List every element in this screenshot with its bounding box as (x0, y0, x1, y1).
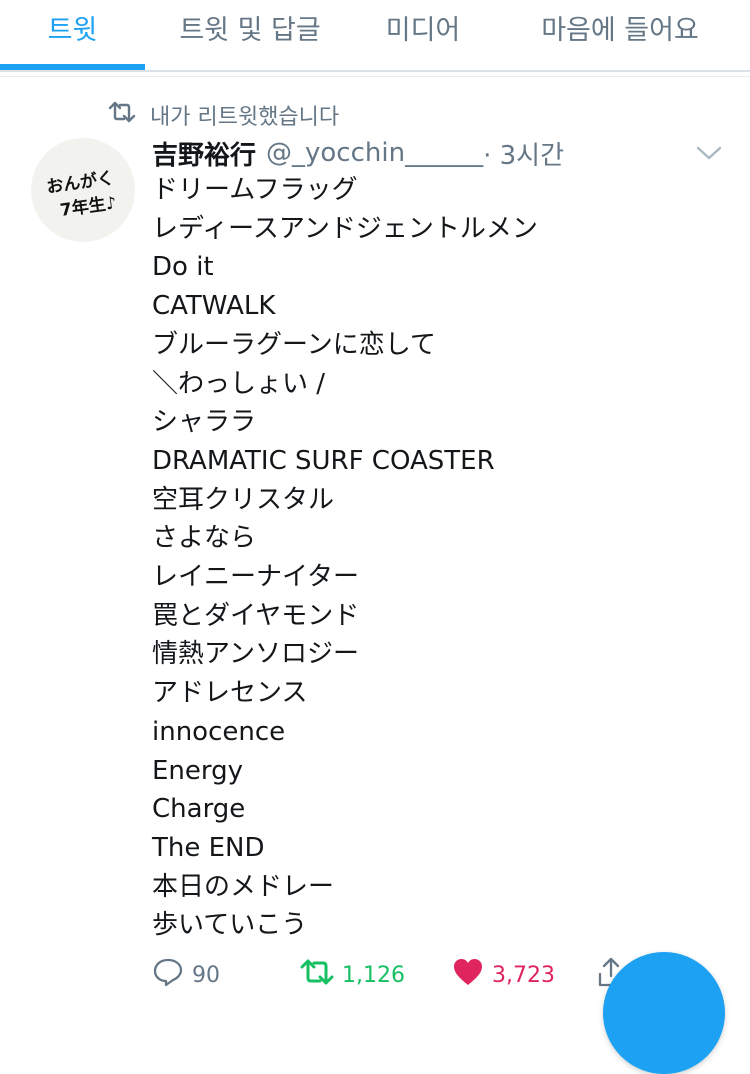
tweet-line: 罠とダイヤモンド (152, 600, 360, 631)
retweet-context[interactable]: 내가 리트윗했습니다 (108, 100, 339, 130)
tweet-line: ＼わっしょい / (152, 368, 326, 399)
like-count: 3,723 (492, 962, 555, 988)
tweet-line: ドリームフラッグ (152, 175, 358, 205)
retweet-icon (300, 958, 334, 992)
like-button[interactable]: 3,723 (452, 956, 555, 994)
tweet-line: The END (152, 832, 265, 863)
tweet-line: Charge (152, 794, 246, 825)
tweet-line: さよなら (152, 523, 257, 554)
tweet-line: アドレセンス (152, 678, 308, 709)
retweet-icon (108, 101, 136, 129)
reply-button[interactable]: 90 (152, 956, 220, 994)
tweet-line: レディースアンドジェントルメン (152, 213, 538, 244)
reply-count: 90 (192, 962, 220, 988)
tweet-line: レイニーナイター (152, 562, 359, 593)
tweet-line: Do it (152, 252, 214, 283)
tweet-line: 本日のメドレー (152, 871, 335, 902)
tweet-line: innocence (152, 716, 286, 747)
tab-likes-label: 마음에 들어요 (541, 15, 699, 46)
author-handle[interactable]: @_yocchin______ (266, 138, 483, 168)
tweet-line: 空耳クリスタル (152, 484, 335, 515)
tab-likes[interactable]: 마음에 들어요 (520, 0, 720, 70)
tab-tweets[interactable]: 트윗 (0, 0, 145, 70)
tweet-line: 歩いていこう (152, 910, 308, 941)
tweet-header: 吉野裕行 @_yocchin______ · 3시간 (152, 134, 564, 172)
tab-media-label: 미디어 (385, 15, 461, 46)
author-name[interactable]: 吉野裕行 (152, 135, 256, 172)
heart-icon (452, 957, 484, 993)
profile-tabs: 트윗 트윗 및 답글 미디어 마음에 들어요 (0, 0, 750, 72)
tweet-timestamp[interactable]: · 3시간 (483, 135, 564, 172)
tab-media[interactable]: 미디어 (358, 0, 488, 70)
tweet-line: Energy (152, 755, 244, 786)
retweet-count: 1,126 (342, 962, 405, 988)
compose-tweet-button[interactable] (603, 952, 725, 1074)
avatar-image: おんがく 7年生♪ (31, 138, 135, 242)
tabs-divider (0, 76, 750, 77)
tab-tweets-and-replies[interactable]: 트윗 및 답글 (150, 0, 350, 70)
avatar[interactable]: おんがく 7年生♪ (31, 138, 135, 242)
active-tab-indicator (0, 64, 145, 70)
tweet-line: 情熱アンソロジー (152, 639, 359, 670)
tab-tweets-and-replies-label: 트윗 및 답글 (179, 15, 321, 46)
tweet-menu-chevron-down-icon[interactable] (694, 140, 724, 164)
tweet-line: CATWALK (152, 291, 276, 322)
tweet-text: ドリームフラッグ レディースアンドジェントルメン Do it CATWALK ブ… (152, 171, 712, 945)
tweet-line: シャララ (152, 407, 257, 438)
tweet-line: DRAMATIC SURF COASTER (152, 445, 495, 476)
retweet-button[interactable]: 1,126 (300, 956, 405, 994)
tweet-line: ブルーラグーンに恋して (152, 329, 436, 360)
retweet-context-text: 내가 리트윗했습니다 (150, 105, 340, 130)
tab-tweets-label: 트윗 (47, 15, 98, 46)
reply-icon (152, 957, 184, 993)
